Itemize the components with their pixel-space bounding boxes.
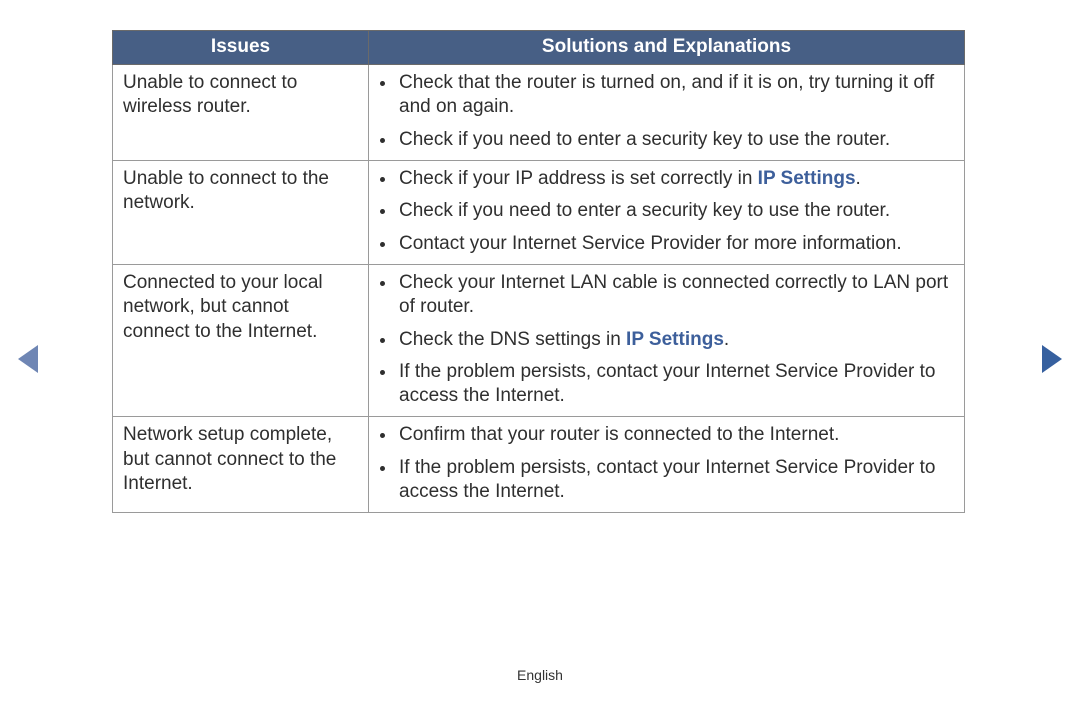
table-row: Connected to your local network, but can…	[113, 264, 965, 417]
ip-settings-link[interactable]: IP Settings	[758, 168, 856, 189]
table-row: Unable to connect to the network. Check i…	[113, 160, 965, 264]
solution-text: Check if your IP address is set correctl…	[399, 168, 758, 189]
solution-cell: Check that the router is turned on, and …	[369, 65, 965, 161]
issue-cell: Unable to connect to wireless router.	[113, 65, 369, 161]
solution-item: Check if you need to enter a security ke…	[397, 199, 956, 223]
solution-item: If the problem persists, contact your In…	[397, 456, 956, 505]
troubleshooting-table-wrap: Issues Solutions and Explanations Unable…	[112, 30, 964, 513]
solution-list: Check that the router is turned on, and …	[379, 71, 956, 152]
solution-text: .	[724, 329, 729, 350]
troubleshooting-table: Issues Solutions and Explanations Unable…	[112, 30, 965, 513]
solution-list: Confirm that your router is connected to…	[379, 423, 956, 504]
solution-cell: Confirm that your router is connected to…	[369, 417, 965, 513]
solution-item: Check if you need to enter a security ke…	[397, 128, 956, 152]
solution-text: .	[856, 168, 861, 189]
solution-list: Check if your IP address is set correctl…	[379, 167, 956, 256]
footer-language: English	[0, 667, 1080, 683]
solution-cell: Check if your IP address is set correctl…	[369, 160, 965, 264]
issue-cell: Unable to connect to the network.	[113, 160, 369, 264]
issue-cell: Network setup complete, but cannot conne…	[113, 417, 369, 513]
solution-cell: Check your Internet LAN cable is connect…	[369, 264, 965, 417]
solution-item: Check if your IP address is set correctl…	[397, 167, 956, 191]
solution-item: Check your Internet LAN cable is connect…	[397, 271, 956, 320]
next-page-arrow[interactable]	[1042, 345, 1062, 373]
prev-page-arrow[interactable]	[18, 345, 38, 373]
table-row: Unable to connect to wireless router. Che…	[113, 65, 965, 161]
solution-item: Confirm that your router is connected to…	[397, 423, 956, 447]
solution-list: Check your Internet LAN cable is connect…	[379, 271, 956, 409]
solution-item: Check that the router is turned on, and …	[397, 71, 956, 120]
table-row: Network setup complete, but cannot conne…	[113, 417, 965, 513]
solution-item: If the problem persists, contact your In…	[397, 360, 956, 409]
ip-settings-link[interactable]: IP Settings	[626, 329, 724, 350]
header-issues: Issues	[113, 31, 369, 65]
issue-cell: Connected to your local network, but can…	[113, 264, 369, 417]
solution-item: Contact your Internet Service Provider f…	[397, 232, 956, 256]
solution-item: Check the DNS settings in IP Settings.	[397, 328, 956, 352]
solution-text: Check the DNS settings in	[399, 329, 626, 350]
page: Issues Solutions and Explanations Unable…	[0, 0, 1080, 705]
header-solutions: Solutions and Explanations	[369, 31, 965, 65]
